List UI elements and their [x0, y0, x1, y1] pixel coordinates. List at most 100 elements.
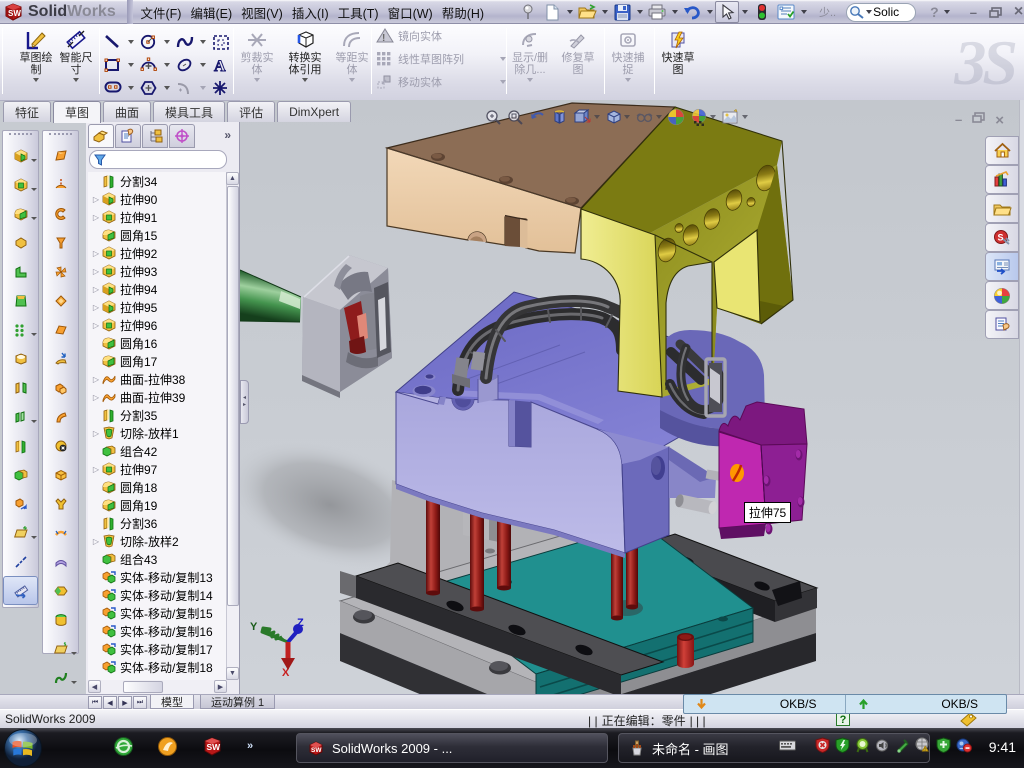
surfaces-toolbar-item-flag[interactable] [43, 141, 78, 170]
chevron-down-icon[interactable] [71, 652, 77, 655]
window-close-button[interactable]: × [1014, 3, 1023, 21]
features-toolbar-item-pattern[interactable] [3, 315, 38, 344]
expand-arrow-icon[interactable]: ▷ [91, 303, 101, 312]
sketch-fillet-tool[interactable] [176, 80, 194, 96]
tree-item-圆角17[interactable]: 圆角17 [88, 352, 157, 370]
features-toolbar-item-chamfer[interactable] [3, 228, 38, 257]
tree-item-拉伸92[interactable]: ▷拉伸92 [88, 244, 157, 262]
undo-dropdown[interactable] [704, 1, 715, 23]
features-toolbar-item-axis[interactable] [3, 547, 38, 576]
new-document-dropdown[interactable] [564, 1, 575, 23]
box-select-tool[interactable] [212, 34, 230, 51]
scroll-right-button[interactable]: ▶ [214, 680, 227, 693]
move-entities-button-dropdown[interactable] [500, 80, 506, 84]
medal-tray-icon[interactable] [855, 737, 870, 753]
scroll-up-button[interactable]: ▲ [226, 172, 239, 185]
menu-5[interactable]: 窗口(W) [383, 0, 437, 26]
tree-item-切除-放样2[interactable]: ▷切除-放样2 [88, 532, 179, 550]
surfaces-toolbar-item-funnel[interactable] [43, 228, 78, 257]
help-button[interactable]: ? [930, 4, 939, 20]
features-toolbar-item-mirror3d[interactable] [3, 373, 38, 402]
search-input[interactable] [873, 5, 913, 19]
window-minimize-button[interactable]: – [970, 5, 977, 20]
features-toolbar-item-movebody[interactable] [3, 489, 38, 518]
sketch-fillet-tool-dropdown[interactable] [200, 86, 206, 90]
surfaces-toolbar-item-cyl[interactable] [43, 605, 78, 634]
polygon-tool-dropdown[interactable] [164, 86, 170, 90]
menu-0[interactable]: 文件(F) [136, 0, 186, 26]
move-entities-button[interactable]: 移动实体 [376, 74, 506, 90]
tree-item-实体-移动/复制15[interactable]: 实体-移动/复制15 [88, 604, 213, 622]
smart-dimension-button-dropdown[interactable] [73, 78, 79, 82]
features-toolbar-item-draft[interactable] [3, 286, 38, 315]
features-toolbar-item-lin[interactable] [3, 402, 38, 431]
spline-tool[interactable] [176, 34, 194, 50]
featuremanager-tab[interactable] [88, 124, 114, 148]
tree-item-拉伸90[interactable]: ▷拉伸90 [88, 190, 157, 208]
print-dropdown[interactable] [669, 1, 680, 23]
features-toolbar-item-plane[interactable] [3, 518, 38, 547]
search-box[interactable] [846, 3, 916, 22]
surfaces-toolbar-item-flex[interactable] [43, 518, 78, 547]
taskpane-design-library-tab[interactable] [985, 165, 1019, 194]
expand-arrow-icon[interactable]: ▷ [91, 249, 101, 258]
chevron-down-icon[interactable] [31, 420, 37, 423]
tree-item-拉伸96[interactable]: ▷拉伸96 [88, 316, 157, 334]
tree-item-圆角15[interactable]: 圆角15 [88, 226, 157, 244]
chevron-down-icon[interactable] [31, 217, 37, 220]
menu-1[interactable]: 编辑(E) [186, 0, 237, 26]
tree-filter-input[interactable] [89, 150, 227, 169]
tree-item-组合43[interactable]: 组合43 [88, 550, 157, 568]
taskpane-appearances-tab[interactable] [985, 252, 1019, 281]
menu-6[interactable]: 帮助(H) [437, 0, 488, 26]
mirror-entities-button[interactable]: !镜向实体 [376, 28, 506, 44]
taskpane-custom-properties-tab[interactable] [985, 310, 1019, 339]
network-warning-tray-icon[interactable]: ! [914, 737, 931, 753]
features-toolbar-item-combine[interactable] [3, 460, 38, 489]
tree-item-实体-移动/复制18[interactable]: 实体-移动/复制18 [88, 658, 213, 676]
tree-item-拉伸93[interactable]: ▷拉伸93 [88, 262, 157, 280]
tab-草图[interactable]: 草图 [53, 101, 101, 123]
last-tab-button[interactable]: ⏭ [133, 696, 147, 709]
linear-pattern-button[interactable]: 线性草图阵列 [376, 51, 506, 67]
display-delete-relations-button[interactable]: 显示/删除几... [508, 28, 552, 82]
quick-snap-button[interactable]: 快速捕捉 [606, 28, 650, 82]
tree-item-圆角16[interactable]: 圆角16 [88, 334, 157, 352]
status-help-icon[interactable]: ? [836, 712, 850, 726]
tree-item-曲面-拉伸39[interactable]: ▷曲面-拉伸39 [88, 388, 185, 406]
expand-arrow-icon[interactable]: ▷ [91, 429, 101, 438]
toolbar-grip[interactable] [9, 133, 32, 140]
prev-tab-button[interactable]: ◀ [103, 696, 117, 709]
quicklaunch-overflow[interactable]: » [247, 740, 253, 752]
tree-item-分割36[interactable]: 分割36 [88, 514, 157, 532]
convert-entities-button-dropdown[interactable] [302, 78, 308, 82]
polygon-tool[interactable] [140, 80, 157, 96]
volume-tray-icon[interactable] [875, 738, 890, 753]
expand-arrow-icon[interactable]: ▷ [91, 213, 101, 222]
help-dropdown-icon[interactable] [944, 10, 950, 14]
tab-曲面[interactable]: 曲面 [103, 101, 151, 122]
pin-button[interactable] [516, 1, 540, 23]
surfaces-toolbar-item-spline2[interactable] [43, 663, 78, 692]
tree-item-拉伸94[interactable]: ▷拉伸94 [88, 280, 157, 298]
surfaces-toolbar-item-shellY[interactable] [43, 489, 78, 518]
tree-item-曲面-拉伸38[interactable]: ▷曲面-拉伸38 [88, 370, 185, 388]
shield-cross-tray-icon[interactable] [936, 737, 951, 753]
panel-overflow-button[interactable]: » [224, 128, 231, 142]
taskpane-file-explorer-tab[interactable] [985, 194, 1019, 223]
surfaces-toolbar-item-box[interactable] [43, 460, 78, 489]
offset-entities-button[interactable]: 等距实体 [330, 28, 374, 82]
save-dropdown[interactable] [634, 1, 645, 23]
circle-tool[interactable] [140, 34, 157, 50]
tree-item-组合42[interactable]: 组合42 [88, 442, 157, 460]
expand-arrow-icon[interactable]: ▷ [91, 537, 101, 546]
scrollbar-thumb[interactable] [227, 186, 239, 606]
tab-模具工具[interactable]: 模具工具 [153, 101, 225, 122]
point-tool[interactable] [212, 80, 228, 96]
undo-button[interactable] [680, 1, 704, 23]
first-tab-button[interactable]: ⏮ [88, 696, 102, 709]
ellipse-tool[interactable] [176, 57, 193, 73]
slot-tool[interactable] [104, 80, 122, 94]
rectangle-tool-dropdown[interactable] [128, 63, 134, 67]
chevron-down-icon[interactable] [71, 681, 77, 684]
